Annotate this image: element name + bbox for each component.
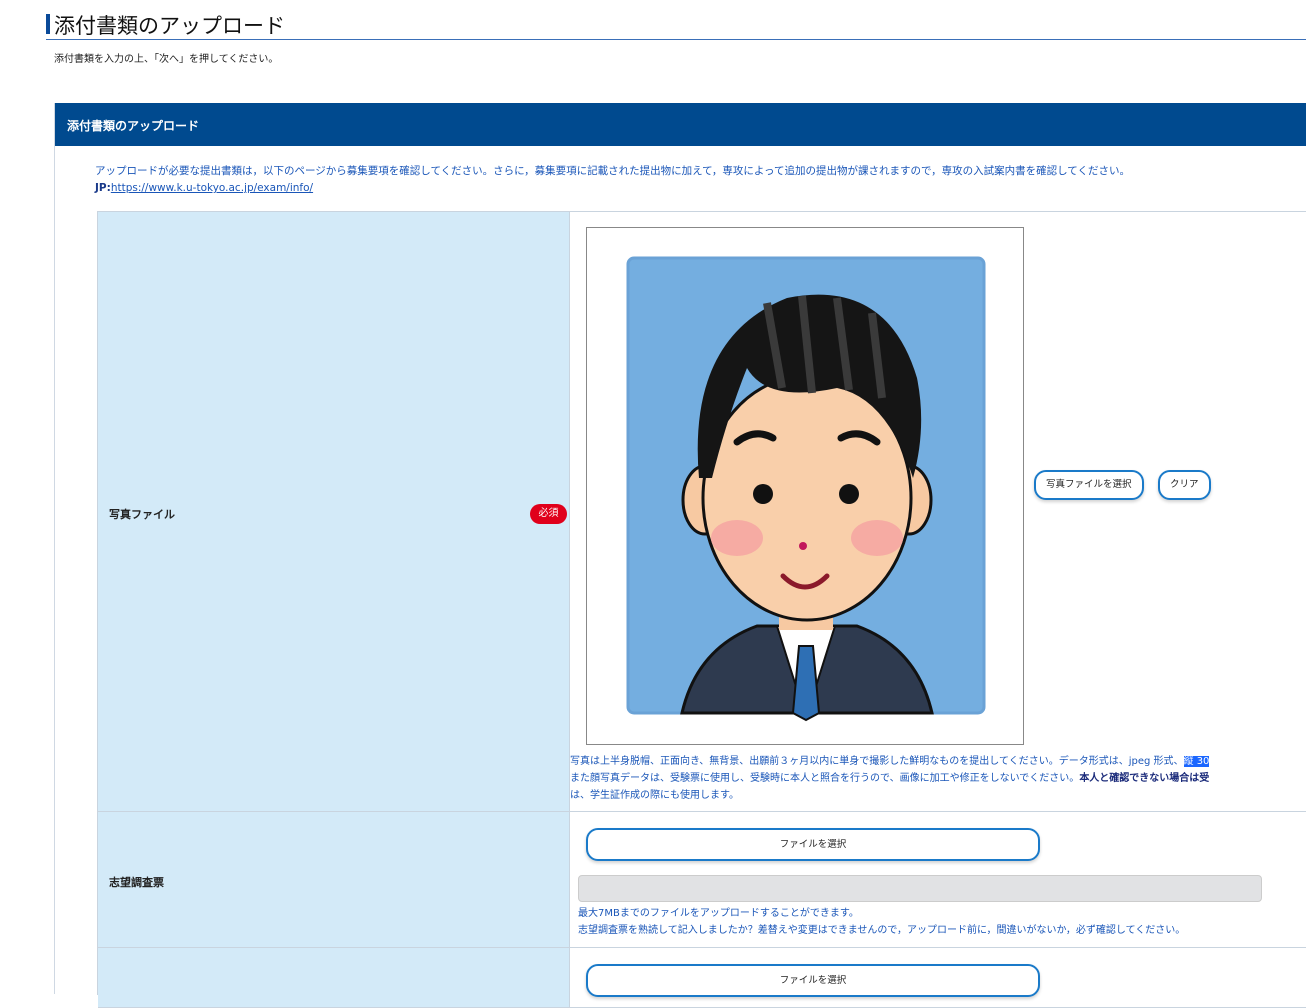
panel-header-title: 添付書類のアップロード [67,119,200,133]
survey-value-cell: ファイルを選択 最大7MBまでのファイルをアップロードすることができます。 志望… [570,812,1306,948]
exam-info-link[interactable]: https://www.k.u-tokyo.ac.jp/exam/info/ [111,182,313,194]
survey-file-note: 最大7MBまでのファイルをアップロードすることができます。 志望調査票を熟読して… [578,905,1185,939]
page-title-text: 添付書類のアップロード [54,14,285,38]
title-accent-bar [46,14,50,34]
photo-requirements-note: 写真は上半身脱帽、正面向き、無背景、出願前３ヶ月以内に単身で撮影した鮮明なものを… [570,753,1306,804]
third-value-cell: ファイルを選択 [570,948,1306,1008]
photo-note-line2: また顔写真データは、受験票に使用し、受験時に本人と照合を行うので、画像に加工や修… [570,770,1306,787]
survey-note-confirm: 志望調査票を熟読して記入しましたか？差替えや変更はできませんので，アップロード前… [578,925,1186,936]
notice-link-line: JP:https://www.k.u-tokyo.ac.jp/exam/info… [95,180,1295,197]
upload-notice: アップロードが必要な提出書類は，以下のページから募集要項を確認してください。さら… [95,163,1295,197]
portrait-photo-image [626,256,986,722]
upload-panel: 添付書類のアップロード アップロードが必要な提出書類は，以下のページから募集要項… [54,103,1306,1008]
notice-jp-prefix: JP: [95,182,111,194]
select-photo-button[interactable]: 写真ファイルを選択 [1034,470,1144,500]
notice-text: アップロードが必要な提出書類は，以下のページから募集要項を確認してください。さら… [95,165,1130,177]
panel-header: 添付書類のアップロード [55,103,1306,146]
third-label-cell [98,948,570,1008]
photo-preview [586,227,1024,745]
photo-note-line3: は、学生証作成の際にも使用します。 [570,790,739,801]
photo-note-bold: 本人と確認できない場合は受 [1079,773,1210,784]
photo-value-cell: 写真ファイルを選択 クリア 写真は上半身脱帽、正面向き、無背景、出願前３ヶ月以内… [570,212,1306,812]
photo-file-label: 写真ファイル [109,508,175,521]
page-instructions: 添付書類を入力の上、「次へ」を押してください。 [54,54,279,65]
photo-note-line1: 写真は上半身脱帽、正面向き、無背景、出願前３ヶ月以内に単身で撮影した鮮明なものを… [570,753,1306,770]
photo-note-highlight: 縦 30 [1183,756,1210,767]
photo-note-line2-text: また顔写真データは、受験票に使用し、受験時に本人と照合を行うので、画像に加工や修… [570,773,1080,784]
clear-photo-button[interactable]: クリア [1158,470,1211,500]
survey-label-cell: 志望調査票 [98,812,570,948]
survey-file-select-button[interactable]: ファイルを選択 [586,828,1040,861]
page-title: 添付書類のアップロード [46,10,1306,40]
photo-label-cell: 写真ファイル 必須 [98,212,570,812]
survey-file-name-field [578,875,1262,902]
survey-label: 志望調査票 [109,876,164,889]
upload-form-table: 写真ファイル 必須 写真ファイルを選択 クリア 写真は上半身脱帽、正面向き、無背… [97,211,1306,1008]
survey-note-size: 最大7MBまでのファイルをアップロードすることができます。 [578,908,859,919]
third-file-select-button[interactable]: ファイルを選択 [586,964,1040,997]
required-badge: 必須 [530,504,567,524]
photo-note-line1-text: 写真は上半身脱帽、正面向き、無背景、出願前３ヶ月以内に単身で撮影した鮮明なものを… [570,756,1184,767]
